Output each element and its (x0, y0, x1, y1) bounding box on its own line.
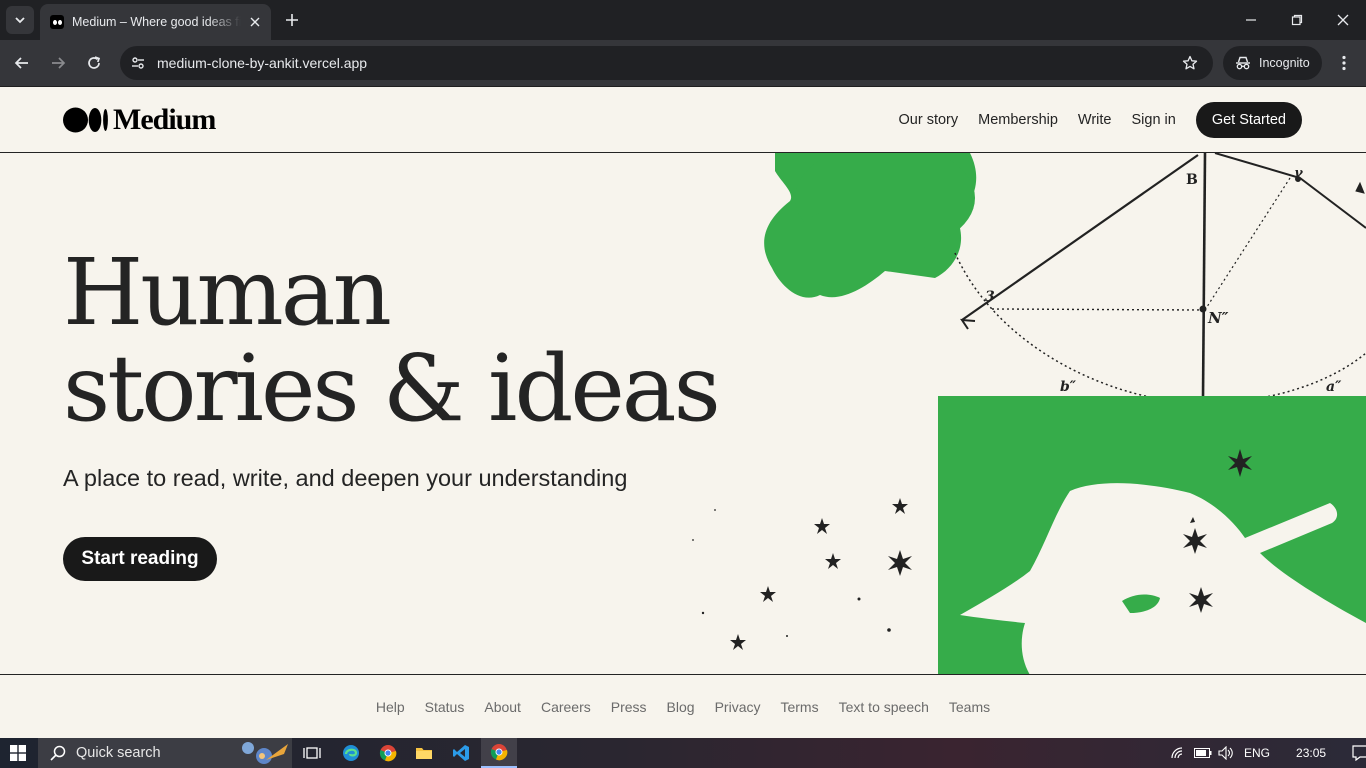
medium-logo[interactable]: Medium (63, 103, 216, 136)
windows-logo-icon (10, 745, 26, 761)
tune-icon (132, 57, 144, 69)
incognito-icon (1236, 56, 1250, 70)
nav-membership[interactable]: Membership (978, 112, 1058, 128)
chrome-icon (379, 745, 397, 762)
medium-logo-icon (63, 107, 108, 133)
footer-link-privacy[interactable]: Privacy (715, 699, 761, 715)
minimize-icon (1246, 19, 1256, 21)
chevron-down-icon (15, 17, 25, 24)
restore-icon (1291, 14, 1303, 26)
notification-icon[interactable] (1352, 745, 1366, 761)
task-view-icon (303, 747, 321, 759)
footer-link-terms[interactable]: Terms (780, 699, 818, 715)
medium-favicon-icon (50, 15, 64, 29)
label-a2: a″ (1326, 379, 1342, 395)
address-bar[interactable]: medium-clone-by-ankit.vercel.app (120, 46, 1213, 80)
headline-line-1: Human (63, 239, 392, 346)
hero-illustration: B γ 3 N″ b″ E a″ (692, 153, 1366, 674)
geometry-diagram (954, 153, 1366, 404)
system-tray: ENG 23:05 (1170, 738, 1366, 768)
browser-tab-bar: Medium – Where good ideas find you. (0, 0, 1366, 40)
taskbar-chrome[interactable] (370, 738, 406, 768)
start-button[interactable] (0, 738, 36, 768)
get-started-button[interactable]: Get Started (1195, 102, 1302, 138)
incognito-label: Incognito (1259, 56, 1310, 70)
search-placeholder: Quick search (76, 745, 161, 761)
taskbar-file-explorer[interactable] (406, 738, 442, 768)
diagram-labels: B γ 3 N″ b″ E a″ (985, 166, 1342, 425)
task-view-button[interactable] (294, 738, 330, 768)
language-indicator[interactable]: ENG (1244, 746, 1270, 760)
more-vertical-icon (1342, 55, 1346, 71)
close-icon (250, 17, 260, 27)
browser-tab-active[interactable]: Medium – Where good ideas find you. (40, 4, 271, 40)
incognito-indicator[interactable]: Incognito (1223, 46, 1322, 80)
close-icon (1337, 14, 1349, 26)
tab-close-button[interactable] (247, 14, 263, 30)
star-icon (1182, 55, 1198, 70)
battery-icon[interactable] (1194, 748, 1212, 758)
label-b2: b″ (1060, 379, 1077, 395)
taskbar-search[interactable]: Quick search (38, 738, 292, 768)
hero-subtitle: A place to read, write, and deepen your … (63, 465, 628, 491)
forward-button[interactable] (43, 48, 73, 78)
green-block (938, 396, 1366, 674)
hero-headline: Human stories & ideas (63, 239, 721, 442)
label-b: B (1186, 172, 1198, 188)
back-button[interactable] (7, 48, 37, 78)
nav-sign-in[interactable]: Sign in (1132, 112, 1176, 128)
wifi-icon[interactable] (1170, 746, 1186, 760)
footer-link-careers[interactable]: Careers (541, 699, 591, 715)
start-reading-button[interactable]: Start reading (63, 537, 217, 581)
footer-link-about[interactable]: About (484, 699, 521, 715)
vscode-icon (453, 745, 469, 761)
search-icon (50, 745, 66, 761)
url-text[interactable]: medium-clone-by-ankit.vercel.app (157, 55, 367, 71)
footer-link-help[interactable]: Help (376, 699, 405, 715)
header-nav: Our story Membership Write Sign in Get S… (879, 102, 1302, 138)
edge-icon (343, 745, 359, 761)
site-footer: Help Status About Careers Press Blog Pri… (0, 675, 1366, 738)
tab-title: Medium – Where good ideas find you. (72, 15, 241, 29)
reload-icon (88, 56, 101, 69)
browser-toolbar: medium-clone-by-ankit.vercel.app Incogni… (0, 40, 1366, 87)
clock[interactable]: 23:05 (1296, 746, 1326, 760)
footer-link-status[interactable]: Status (425, 699, 465, 715)
taskbar-edge[interactable] (333, 738, 369, 768)
footer-link-text-to-speech[interactable]: Text to speech (839, 699, 929, 715)
new-tab-button[interactable] (280, 8, 304, 32)
tab-search-button[interactable] (6, 6, 34, 34)
hero-section: Human stories & ideas A place to read, w… (0, 153, 1366, 675)
nav-write[interactable]: Write (1078, 112, 1112, 128)
bookmark-button[interactable] (1179, 52, 1201, 74)
close-window-button[interactable] (1320, 0, 1366, 40)
minimize-button[interactable] (1228, 0, 1274, 40)
site-header: Medium Our story Membership Write Sign i… (0, 87, 1366, 153)
plus-icon (286, 14, 298, 26)
web-page: Medium Our story Membership Write Sign i… (0, 87, 1366, 738)
label-gamma: γ (1294, 166, 1304, 181)
arrow-right-icon (52, 57, 66, 69)
chrome-icon (490, 744, 508, 761)
label-3: 3 (985, 289, 995, 305)
search-highlight-icon (242, 742, 288, 764)
restore-button[interactable] (1274, 0, 1320, 40)
volume-icon[interactable] (1218, 746, 1234, 760)
logo-text: Medium (113, 103, 216, 136)
taskbar-vscode[interactable] (443, 738, 479, 768)
footer-link-teams[interactable]: Teams (949, 699, 990, 715)
windows-taskbar: Quick search ENG 23:05 (0, 738, 1366, 768)
browser-menu-button[interactable] (1331, 50, 1357, 76)
footer-link-blog[interactable]: Blog (667, 699, 695, 715)
taskbar-chrome-incognito[interactable] (481, 738, 517, 768)
reload-button[interactable] (79, 48, 109, 78)
folder-icon (416, 748, 432, 759)
headline-line-2: stories & ideas (63, 335, 721, 442)
label-n: N″ (1207, 309, 1229, 327)
arrow-left-icon (14, 57, 28, 69)
site-info-button[interactable] (126, 51, 150, 75)
footer-link-press[interactable]: Press (611, 699, 647, 715)
green-foliage (764, 153, 977, 298)
nav-our-story[interactable]: Our story (899, 112, 959, 128)
